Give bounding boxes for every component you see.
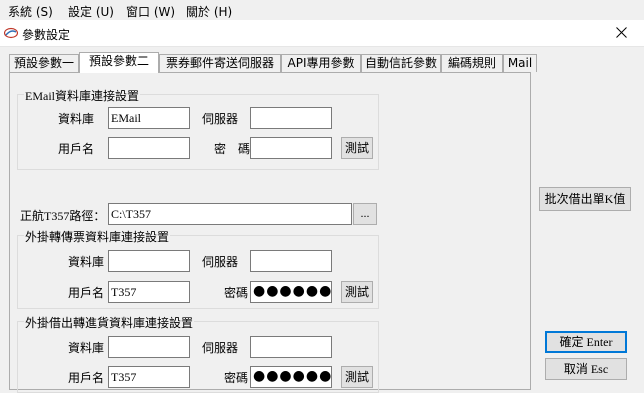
- tab-auto-trust-params[interactable]: 自動信託參數: [361, 54, 441, 72]
- test-button[interactable]: 測試: [341, 137, 373, 159]
- db-label: 資料庫: [68, 255, 105, 269]
- group-title: EMail資料庫連接設置: [24, 87, 140, 104]
- password-input[interactable]: ●●●●●●●: [250, 281, 332, 303]
- password-input[interactable]: [250, 137, 332, 159]
- password-label: 密碼: [224, 286, 249, 300]
- user-label: 用戶名: [58, 142, 95, 156]
- user-label: 用戶名: [68, 371, 105, 385]
- tab-default-params-2[interactable]: 預設參數二: [79, 52, 159, 73]
- app-icon: [4, 27, 18, 39]
- group-title: 外掛借出轉進貨資料庫連接設置: [24, 314, 195, 331]
- batch-borrow-k-value-button[interactable]: 批次借出單K值: [539, 187, 631, 211]
- tab-api-params[interactable]: API專用參數: [281, 54, 361, 72]
- t357-path-label: 正航T357路徑：: [20, 209, 106, 223]
- plugin-transfer-db-group: 外掛轉傳票資料庫連接設置 資料庫 伺服器 用戶名 T357 密碼 ●●●●●●●…: [17, 228, 379, 309]
- tab-default-params-1[interactable]: 預設參數一: [9, 54, 79, 72]
- server-label: 伺服器: [202, 341, 239, 355]
- user-input[interactable]: T357: [108, 366, 190, 388]
- menu-about[interactable]: 關於 (H): [186, 3, 232, 20]
- menu-bar: 系統 (S) 設定 (U) 窗口 (W) 關於 (H): [0, 0, 644, 20]
- t357-path-input[interactable]: C:\T357: [108, 203, 352, 225]
- tab-page: EMail資料庫連接設置 資料庫 EMail 伺服器 用戶名 密 碼 測試 正航…: [9, 72, 531, 393]
- server-label: 伺服器: [202, 112, 239, 126]
- plugin-borrow-db-group: 外掛借出轉進貨資料庫連接設置 資料庫 伺服器 用戶名 T357 密碼 ●●●●●…: [17, 314, 379, 393]
- db-label: 資料庫: [68, 341, 105, 355]
- db-input[interactable]: [108, 336, 190, 358]
- db-input[interactable]: EMail: [108, 107, 190, 129]
- user-label: 用戶名: [68, 286, 105, 300]
- db-label: 資料庫: [58, 112, 95, 126]
- menu-settings[interactable]: 設定 (U): [68, 3, 114, 20]
- tab-encoding-rules[interactable]: 編碼規則: [441, 54, 503, 72]
- close-button[interactable]: [600, 20, 644, 46]
- window-title: 參數設定: [22, 28, 71, 42]
- test-button[interactable]: 測試: [341, 281, 373, 303]
- user-input[interactable]: [108, 137, 190, 159]
- menu-window[interactable]: 窗口 (W): [126, 3, 175, 20]
- user-input[interactable]: T357: [108, 281, 190, 303]
- password-label: 密 碼: [214, 142, 251, 156]
- close-icon: [616, 27, 627, 38]
- browse-button[interactable]: ...: [353, 203, 377, 225]
- test-button[interactable]: 測試: [341, 366, 373, 388]
- password-input[interactable]: ●●●●●●●: [250, 366, 332, 388]
- cancel-button[interactable]: 取消 Esc: [545, 358, 627, 380]
- group-title: 外掛轉傳票資料庫連接設置: [24, 228, 171, 245]
- password-label: 密碼: [224, 371, 249, 385]
- server-label: 伺服器: [202, 255, 239, 269]
- tab-mail[interactable]: Mail: [503, 54, 537, 72]
- server-input[interactable]: [250, 250, 332, 272]
- menu-system[interactable]: 系統 (S): [8, 3, 53, 20]
- tab-ticket-mail-server[interactable]: 票券郵件寄送伺服器: [159, 54, 281, 72]
- email-db-group: EMail資料庫連接設置 資料庫 EMail 伺服器 用戶名 密 碼 測試: [17, 87, 379, 170]
- db-input[interactable]: [108, 250, 190, 272]
- server-input[interactable]: [250, 107, 332, 129]
- ok-button[interactable]: 確定 Enter: [545, 331, 627, 353]
- server-input[interactable]: [250, 336, 332, 358]
- settings-dialog: 參數設定 預設參數一 預設參數二 票券郵件寄送伺服器 API專用參數 自動信託參…: [0, 20, 644, 393]
- title-bar: 參數設定: [0, 20, 644, 47]
